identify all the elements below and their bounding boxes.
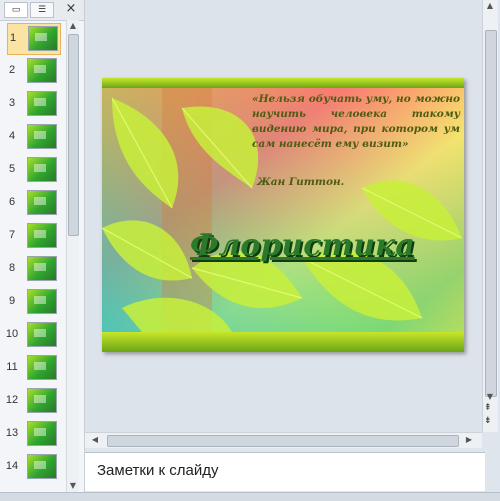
scroll-down-icon[interactable]: ▼ [484, 391, 496, 403]
slide-thumbnail-image[interactable] [27, 355, 57, 380]
slide-thumbnail-image[interactable] [27, 190, 57, 215]
slide-number: 14 [5, 460, 19, 472]
slide-thumbnail-12[interactable]: 12 [0, 386, 68, 416]
vertical-scroll-handle[interactable] [485, 30, 497, 397]
scroll-down-icon[interactable]: ▼ [67, 480, 79, 492]
slide-thumbnail-image[interactable] [27, 157, 57, 182]
next-slide-icon[interactable]: ⇟ [484, 416, 492, 426]
slide-number: 1 [9, 32, 17, 44]
slide-number: 12 [5, 394, 19, 406]
slide-thumbnail-14[interactable]: 14 [0, 452, 68, 482]
slide-thumbnail-10[interactable]: 10 [0, 320, 68, 350]
slide-thumbnail-7[interactable]: 7 [0, 221, 68, 251]
slide-thumbnail-image[interactable] [28, 26, 58, 51]
slide-thumbnail-image[interactable] [27, 322, 57, 347]
slide-thumbnail-image[interactable] [27, 454, 57, 479]
slide-thumbnail-image[interactable] [27, 256, 57, 281]
slide-thumbnail-image[interactable] [27, 421, 57, 446]
slide-thumbnail-6[interactable]: 6 [0, 188, 68, 218]
notes-pane[interactable]: Заметки к слайду [85, 452, 485, 491]
slide-thumbnail-image[interactable] [27, 124, 57, 149]
previous-slide-icon[interactable]: ⇞ [484, 403, 492, 413]
scroll-up-icon[interactable]: ▲ [67, 20, 79, 32]
pane-tabs: ▭ ☰ × [0, 0, 84, 21]
left-scroll-handle[interactable] [68, 34, 79, 236]
slide-number: 4 [8, 130, 16, 142]
horizontal-scroll-handle[interactable] [107, 435, 459, 447]
scroll-right-icon[interactable]: ▶ [463, 434, 475, 446]
slide-quote-author[interactable]: Жан Гиттон. [257, 176, 344, 188]
scroll-left-icon[interactable]: ◀ [89, 434, 101, 446]
slide-thumbnail-image[interactable] [27, 58, 57, 83]
scroll-up-icon[interactable]: ▲ [484, 0, 496, 12]
slide-thumbnail-2[interactable]: 2 [0, 56, 68, 86]
slide-number: 9 [8, 295, 16, 307]
slides-tab-icon: ▭ [11, 5, 21, 15]
slide-number: 3 [8, 97, 16, 109]
vertical-scrollbar[interactable]: ▲ ▼ ⇞ ⇟ [482, 0, 498, 432]
slide-number: 6 [8, 196, 16, 208]
slide-number: 2 [8, 64, 16, 76]
slide-thumbnail-image[interactable] [27, 91, 57, 116]
slide-number: 13 [5, 427, 19, 439]
slide-number: 11 [6, 361, 18, 373]
slide-thumbnail-8[interactable]: 8 [0, 254, 68, 284]
slide-number: 8 [8, 262, 16, 274]
slide-thumbnail-1[interactable]: 1 [7, 23, 61, 55]
slide-thumbnail-image[interactable] [27, 223, 57, 248]
slide-thumbnail-9[interactable]: 9 [0, 287, 68, 317]
slide-thumbnail-11[interactable]: 11 [0, 353, 68, 383]
slide-number: 10 [5, 328, 19, 340]
slide-thumbnail-image[interactable] [27, 388, 57, 413]
slide-thumbnail-3[interactable]: 3 [0, 89, 68, 119]
slide-number: 7 [8, 229, 16, 241]
tab-outline[interactable]: ☰ [30, 2, 54, 18]
outline-tab-icon: ☰ [37, 5, 47, 15]
slide-thumbnail-5[interactable]: 5 [0, 155, 68, 185]
horizontal-scrollbar[interactable]: ◀ ▶ [85, 432, 482, 448]
slides-pane: ▭ ☰ × 1 2 3 4 5 6 7 8 9 10 11 12 13 14 ▲ ▼ [0, 0, 85, 492]
slide-canvas[interactable]: «Нельзя обучать уму, но можно научить че… [102, 78, 464, 352]
tab-slides[interactable]: ▭ [4, 2, 28, 18]
slide-thumbnail-image[interactable] [27, 289, 57, 314]
slide-thumbnail-13[interactable]: 13 [0, 419, 68, 449]
left-scrollbar[interactable]: ▲ ▼ [66, 20, 79, 492]
slide-title[interactable]: Флористика [190, 228, 415, 263]
close-pane-icon[interactable]: × [64, 2, 78, 15]
slide-number: 5 [8, 163, 16, 175]
slide-quote[interactable]: «Нельзя обучать уму, но можно научить че… [252, 92, 460, 152]
notes-placeholder[interactable]: Заметки к слайду [97, 462, 219, 479]
slide-thumbnail-4[interactable]: 4 [0, 122, 68, 152]
